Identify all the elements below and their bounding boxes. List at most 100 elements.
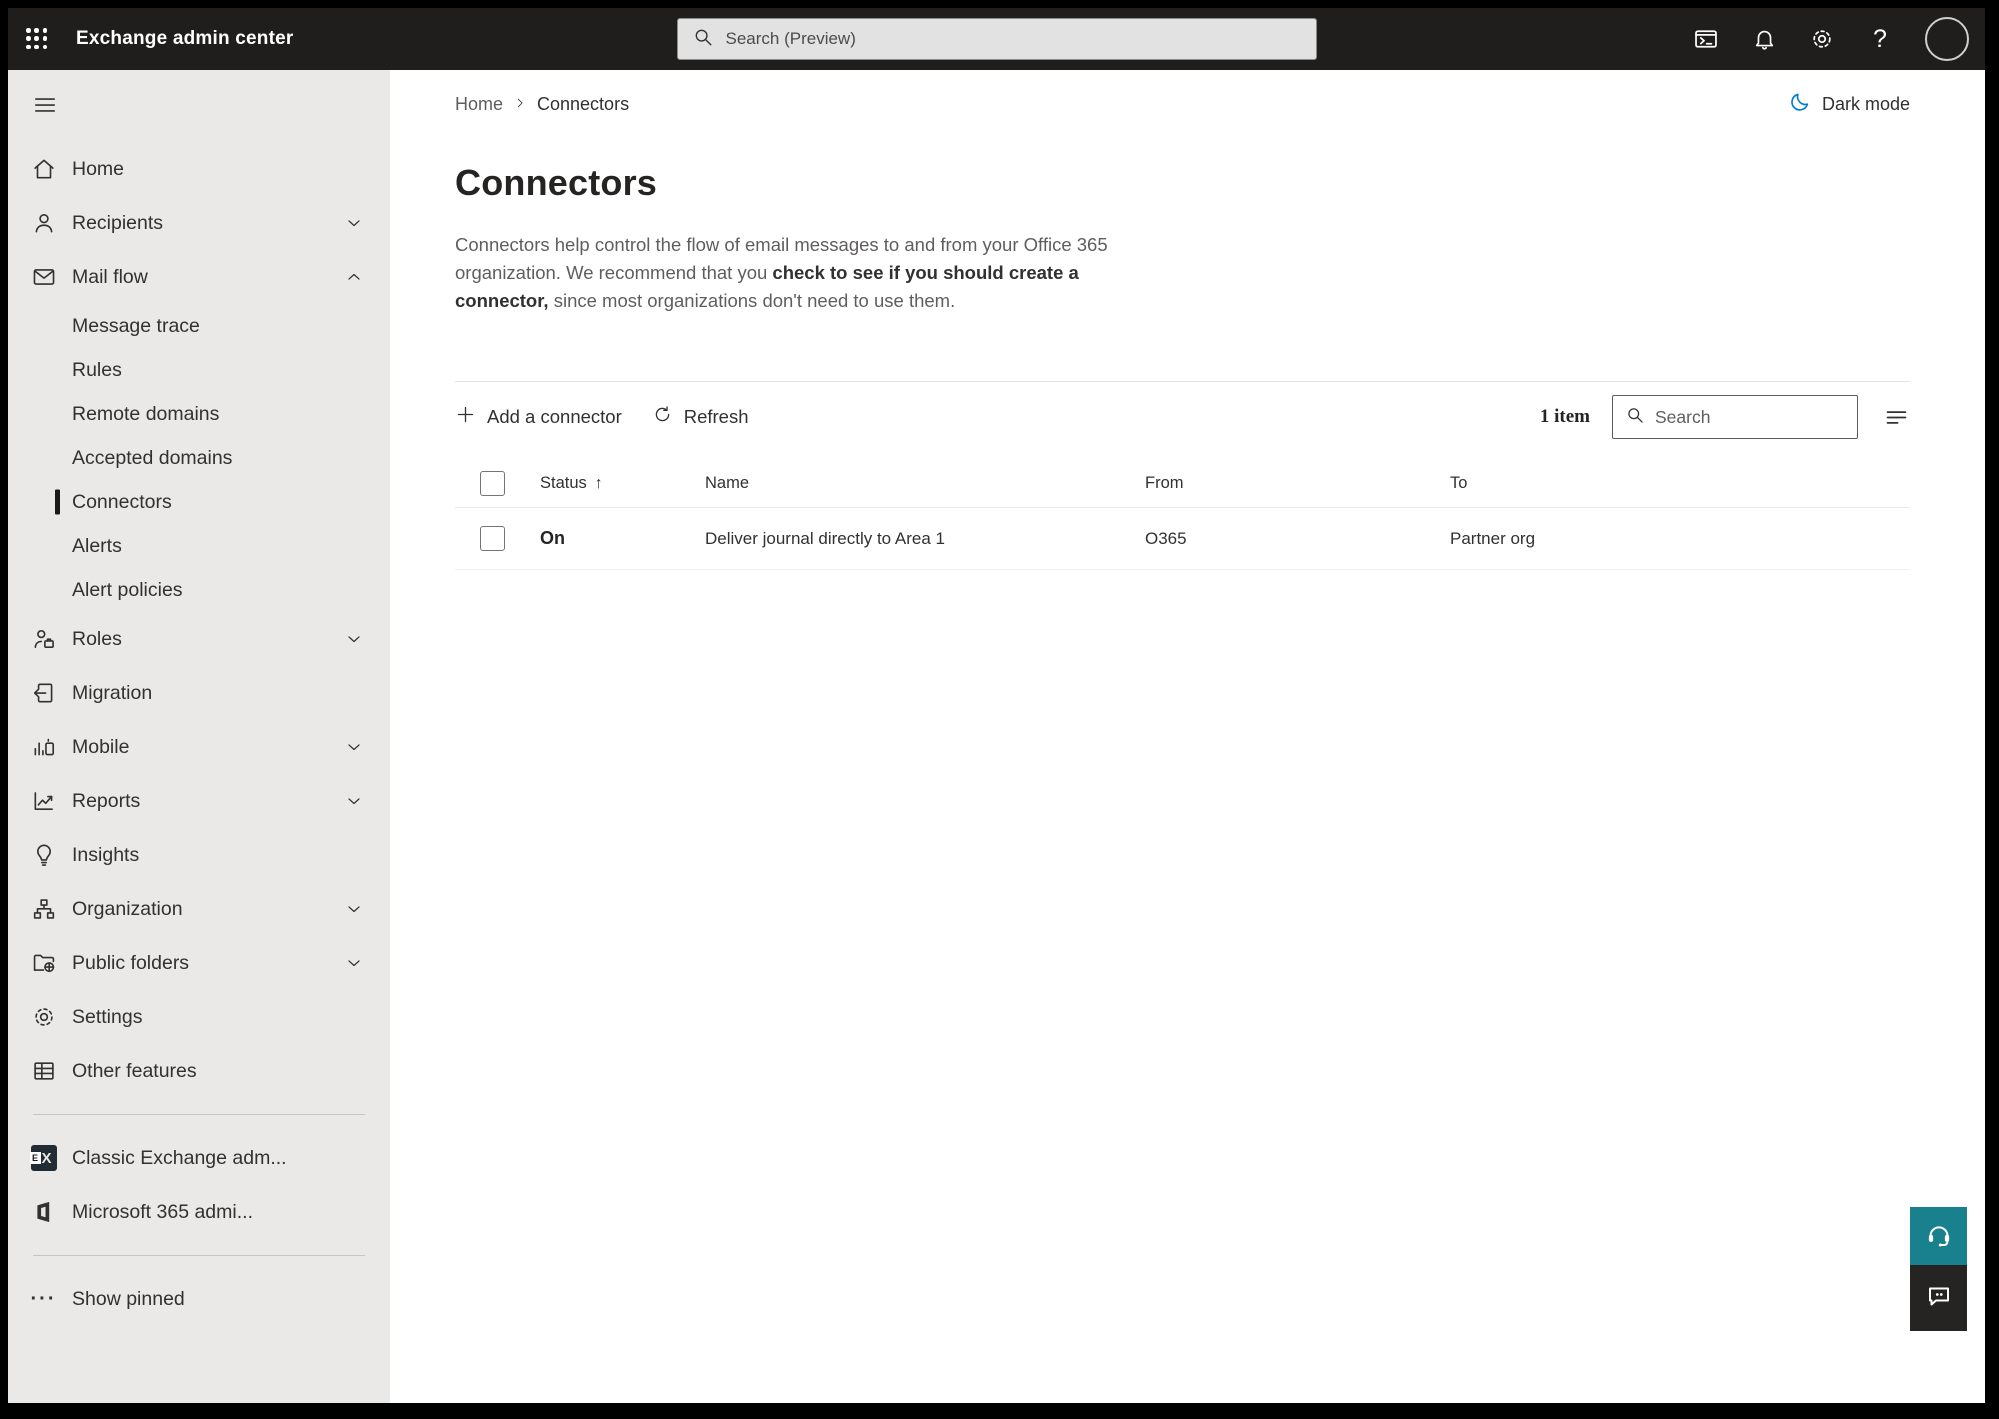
home-icon <box>30 156 57 183</box>
global-search-input[interactable] <box>725 29 1302 49</box>
gear-icon <box>30 1004 57 1031</box>
chevron-down-icon <box>344 791 364 811</box>
column-header-status[interactable]: Status ↑ <box>540 474 705 493</box>
column-header-name[interactable]: Name <box>705 474 1145 493</box>
mail-icon <box>30 264 57 291</box>
main-content: Home Connectors Dark mode Connectors Con… <box>390 70 1985 1403</box>
item-count: 1 item <box>1539 406 1590 427</box>
sidebar-item-remote-domains[interactable]: Remote domains <box>8 392 390 436</box>
breadcrumb-home-link[interactable]: Home <box>455 94 503 115</box>
sidebar-item-home[interactable]: Home <box>8 142 390 196</box>
breadcrumb-current: Connectors <box>537 93 630 114</box>
table-row[interactable]: On Deliver journal directly to Area 1 O3… <box>455 508 1910 570</box>
sidebar-item-message-trace[interactable]: Message trace <box>8 304 390 348</box>
connector-name[interactable]: Deliver journal directly to Area 1 <box>705 529 1145 549</box>
filter-icon[interactable] <box>1882 403 1910 431</box>
app-title: Exchange admin center <box>76 28 294 49</box>
sidebar-item-insights[interactable]: Insights <box>8 828 390 882</box>
account-avatar[interactable] <box>1925 17 1969 61</box>
support-button[interactable] <box>1910 1207 1967 1265</box>
person-icon <box>30 210 57 237</box>
page-title: Connectors <box>455 162 658 203</box>
sidebar-item-microsoft-365-admin[interactable]: Microsoft 365 admi... <box>8 1185 390 1239</box>
grid-table-icon <box>30 1058 57 1085</box>
table-header-row: Status ↑ Name From To <box>455 460 1910 508</box>
chevron-down-icon <box>344 899 364 919</box>
dark-mode-toggle[interactable]: Dark mode <box>1789 90 1910 118</box>
global-search-box[interactable] <box>676 18 1317 60</box>
sort-ascending-icon: ↑ <box>594 474 603 492</box>
sidebar-item-migration[interactable]: Migration <box>8 666 390 720</box>
person-roles-icon <box>30 626 57 653</box>
sidebar-item-roles[interactable]: Roles <box>8 612 390 666</box>
sidebar-nav: Home Recipients Mail flow Message trace … <box>8 70 390 1403</box>
plus-icon <box>455 404 476 430</box>
chevron-down-icon <box>344 629 364 649</box>
sidebar-item-connectors[interactable]: Connectors <box>8 480 390 524</box>
sidebar-item-alert-policies[interactable]: Alert policies <box>8 568 390 612</box>
row-checkbox[interactable] <box>480 526 505 551</box>
sidebar-item-organization[interactable]: Organization <box>8 882 390 936</box>
app-launcher-waffle-icon[interactable] <box>24 26 50 52</box>
search-icon <box>1625 405 1645 430</box>
sidebar-item-alerts[interactable]: Alerts <box>8 524 390 568</box>
sidebar-item-public-folders[interactable]: Public folders <box>8 936 390 990</box>
folder-globe-icon <box>30 950 57 977</box>
connector-from: O365 <box>1145 528 1187 548</box>
sidebar-item-recipients[interactable]: Recipients <box>8 196 390 250</box>
powershell-terminal-icon[interactable] <box>1693 26 1719 52</box>
microsoft-365-logo-icon <box>30 1199 57 1226</box>
selected-indicator <box>55 489 60 515</box>
help-icon[interactable]: ? <box>1867 25 1893 53</box>
topbar-actions: ? <box>1693 17 1969 61</box>
app-window: Exchange admin center ? <box>8 8 1985 1403</box>
settings-gear-icon[interactable] <box>1809 26 1835 52</box>
list-search-box[interactable] <box>1612 395 1858 439</box>
refresh-icon <box>652 404 673 430</box>
top-bar: Exchange admin center ? <box>8 8 1985 70</box>
feedback-chat-icon <box>1924 1281 1954 1316</box>
sidebar-item-rules[interactable]: Rules <box>8 348 390 392</box>
notifications-bell-icon[interactable] <box>1751 26 1777 52</box>
floating-help-buttons <box>1910 1207 1967 1331</box>
hamburger-menu-icon[interactable] <box>32 92 58 118</box>
search-icon <box>692 26 714 53</box>
chevron-up-icon <box>344 267 364 287</box>
sidebar-item-mail-flow[interactable]: Mail flow <box>8 250 390 304</box>
sidebar-item-reports[interactable]: Reports <box>8 774 390 828</box>
breadcrumb: Home Connectors <box>455 94 629 115</box>
dark-mode-label: Dark mode <box>1821 93 1910 114</box>
sidebar-item-other-features[interactable]: Other features <box>8 1044 390 1098</box>
list-search-input[interactable] <box>1655 406 1845 428</box>
chevron-down-icon <box>344 213 364 233</box>
sidebar-item-show-pinned[interactable]: ··· Show pinned <box>8 1272 390 1326</box>
column-header-from[interactable]: From <box>1145 474 1450 493</box>
ellipsis-icon: ··· <box>30 1288 57 1310</box>
page-description: Connectors help control the flow of emai… <box>455 234 1108 311</box>
headset-icon <box>1924 1219 1954 1254</box>
connector-status: On <box>540 528 565 548</box>
select-all-checkbox[interactable] <box>480 471 505 496</box>
exchange-logo-icon: X E <box>29 1145 57 1172</box>
sidebar-divider <box>33 1255 365 1256</box>
mobile-icon <box>30 734 57 761</box>
feedback-button[interactable] <box>1910 1265 1967 1331</box>
column-header-to[interactable]: To <box>1450 474 1910 493</box>
migration-icon <box>30 680 57 707</box>
refresh-button[interactable]: Refresh <box>652 404 749 430</box>
org-chart-icon <box>30 896 57 923</box>
command-bar: Add a connector Refresh 1 item <box>455 382 1910 452</box>
connector-to: Partner org <box>1450 528 1536 548</box>
add-connector-button[interactable]: Add a connector <box>455 404 622 430</box>
sidebar-item-accepted-domains[interactable]: Accepted domains <box>8 436 390 480</box>
lightbulb-icon <box>30 842 57 869</box>
chevron-right-icon <box>513 94 527 115</box>
sidebar-item-mobile[interactable]: Mobile <box>8 720 390 774</box>
sidebar-item-classic-exchange-admin[interactable]: X E Classic Exchange adm... <box>8 1131 390 1185</box>
moon-icon <box>1789 90 1812 118</box>
connectors-table: Status ↑ Name From To On Deliver journal… <box>455 460 1910 570</box>
chevron-down-icon <box>344 953 364 973</box>
sidebar-divider <box>33 1114 365 1115</box>
sidebar-item-settings[interactable]: Settings <box>8 990 390 1044</box>
reports-icon <box>30 788 57 815</box>
